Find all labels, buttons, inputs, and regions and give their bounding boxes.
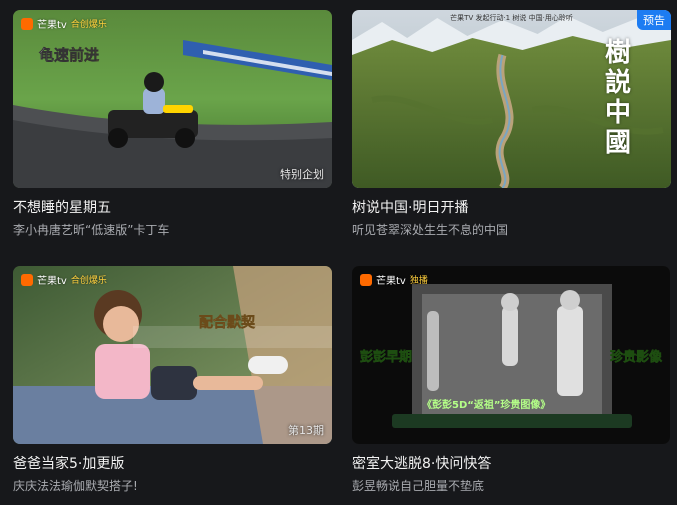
logo-subtext: 合创爆乐 [70, 276, 107, 286]
show-logo-calligraphy: 樹説中國 [605, 38, 632, 158]
logo-subtext: 独播 [409, 276, 428, 286]
video-subtitle: 彭昱畅说自己胆量不垫底 [352, 479, 485, 493]
video-grid: 芒果tv 合创爆乐 龟速前进 特别企划 不想睡的星期五 李小冉唐艺昕“低速版”卡… [0, 0, 677, 505]
overlay-caption: 芒果TV 发起行动·1 树说 中国·用心聆听 [450, 14, 573, 22]
brand-logo: 芒果tv 合创爆乐 [21, 16, 107, 31]
video-card[interactable]: 芒果tv 独播 彭彭早期 珍贵影像 《彭彭5D“返祖”珍贵图像》 密室大逃脱8·… [352, 266, 670, 495]
video-thumbnail[interactable]: 芒果tv 独播 彭彭早期 珍贵影像 《彭彭5D“返祖”珍贵图像》 [352, 266, 670, 444]
logo-text: 芒果tv [37, 276, 67, 287]
logo-text: 芒果tv [37, 20, 67, 31]
thumbnail-image [13, 10, 332, 188]
logo-icon [21, 273, 33, 286]
video-card[interactable]: 芒果tv 合创爆乐 龟速前进 特别企划 不想睡的星期五 李小冉唐艺昕“低速版”卡… [13, 10, 332, 239]
video-thumbnail[interactable]: 芒果TV 发起行动·1 树说 中国·用心聆听 樹説中國 预告 [352, 10, 671, 188]
logo-text: 芒果tv [376, 276, 406, 287]
video-subtitle: 李小冉唐艺昕“低速版”卡丁车 [13, 223, 170, 237]
thumbnail-image [13, 266, 332, 444]
overlay-caption-left: 彭彭早期 [360, 350, 413, 366]
video-card[interactable]: 芒果tv 合创爆乐 配合默契 第13期 爸爸当家5·加更版 庆庆法法瑜伽默契搭子… [13, 266, 332, 495]
trailer-badge: 预告 [637, 10, 671, 30]
video-title[interactable]: 不想睡的星期五 [13, 198, 332, 218]
video-subtitle: 庆庆法法瑜伽默契搭子! [13, 479, 138, 493]
brand-logo: 芒果tv 独播 [360, 272, 428, 287]
video-card[interactable]: 芒果TV 发起行动·1 树说 中国·用心聆听 樹説中國 预告 树说中国·明日开播… [352, 10, 671, 239]
overlay-caption: 配合默契 [199, 315, 256, 332]
video-title[interactable]: 爸爸当家5·加更版 [13, 454, 332, 474]
video-thumbnail[interactable]: 芒果tv 合创爆乐 配合默契 第13期 [13, 266, 332, 444]
logo-subtext: 合创爆乐 [70, 20, 107, 30]
logo-icon [360, 273, 372, 286]
video-subtitle: 听见苍翠深处生生不息的中国 [352, 223, 509, 237]
episode-tag: 特别企划 [280, 168, 324, 181]
overlay-caption-right: 珍贵影像 [609, 350, 663, 366]
video-title[interactable]: 密室大逃脱8·快问快答 [352, 454, 670, 474]
episode-tag: 第13期 [288, 424, 324, 437]
overlay-caption: 龟速前进 [39, 46, 100, 65]
overlay-caption-bottom: 《彭彭5D“返祖”珍贵图像》 [422, 400, 551, 411]
logo-icon [21, 17, 33, 30]
video-thumbnail[interactable]: 芒果tv 合创爆乐 龟速前进 特别企划 [13, 10, 332, 188]
video-title[interactable]: 树说中国·明日开播 [352, 198, 671, 218]
brand-logo: 芒果tv 合创爆乐 [21, 272, 107, 287]
